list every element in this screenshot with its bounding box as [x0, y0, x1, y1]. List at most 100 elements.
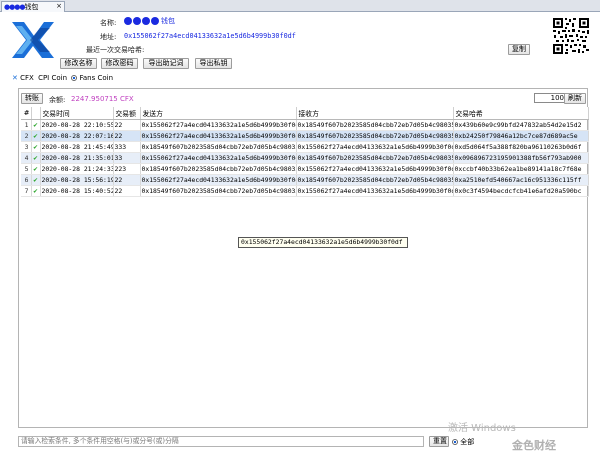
name-blot-dot	[151, 17, 159, 25]
last-hash-label: 最近一次交易哈希:	[86, 46, 145, 54]
name-suffix: 钱包	[161, 17, 175, 25]
transfer-button[interactable]: 转账	[21, 93, 43, 104]
count-value: 100	[550, 94, 564, 102]
table-header: # 交易时间 交易额 发送方 接收方 交易哈希	[21, 107, 589, 120]
table-row[interactable]: 2 ✔ 2020-08-28 22:07:16 22 0x155062f27a4…	[21, 130, 589, 142]
coin-option-fans[interactable]: Fans Coin	[79, 74, 113, 82]
table-row[interactable]: 5 ✔ 2020-08-28 21:24:33 223 0x18549f607b…	[21, 163, 589, 175]
export-private-key-button[interactable]: 导出私钥	[195, 58, 232, 69]
transactions-table: # 交易时间 交易额 发送方 接收方 交易哈希 1 ✔ 2020-08-28 2…	[21, 107, 589, 197]
name-label: 名称:	[100, 19, 117, 27]
cell-index: 4	[21, 152, 32, 164]
cell-time: 2020-08-28 21:45:49	[40, 141, 114, 153]
address-tooltip: 0x155062f27a4ecd04133632a1e5d6b4999b30f0…	[238, 237, 408, 248]
panel-toolbar: 转账 余额: 2247.950715 CFX 100 ▲▼ 刷新	[19, 91, 587, 105]
search-input[interactable]: 请输入检索条件, 多个条件用空格(与)或分号(或)分隔	[18, 436, 424, 447]
copy-button[interactable]: 复制	[508, 44, 530, 55]
address-label: 地址:	[100, 33, 117, 41]
coin-option-cpi[interactable]: CPI Coin	[38, 74, 67, 82]
cell-time: 2020-08-28 21:24:33	[40, 163, 114, 175]
coin-selector: ✕ CFX CPI Coin Fans Coin	[12, 74, 113, 82]
table-row[interactable]: 4 ✔ 2020-08-28 21:35:01 33 0x155062f27a4…	[21, 152, 589, 164]
cell-index: 6	[21, 174, 32, 186]
cell-index: 3	[21, 141, 32, 153]
close-icon[interactable]: ×	[56, 2, 62, 10]
export-mnemonic-button[interactable]: 导出助记词	[143, 58, 189, 69]
cell-sender: 0x155062f27a4ecd04133632a1e5d6b4999b30f0…	[140, 119, 297, 131]
cell-index: 1	[21, 119, 32, 131]
cell-receiver: 0x18549f607b2023585d04cbb72eb7d05b4c9803…	[296, 174, 454, 186]
cell-index: 5	[21, 163, 32, 175]
check-icon: ✔	[31, 141, 41, 153]
tab-wallet[interactable]: ●●●●钱包 ×	[1, 1, 65, 12]
cell-amount: 333	[113, 141, 141, 153]
table-row[interactable]: 3 ✔ 2020-08-28 21:45:49 333 0x18549f607b…	[21, 141, 589, 153]
col-time[interactable]: 交易时间	[40, 107, 114, 120]
tab-label: 钱包	[24, 3, 39, 11]
cell-amount: 22	[113, 130, 141, 142]
col-amount[interactable]: 交易额	[113, 107, 141, 120]
cell-amount: 33	[113, 152, 141, 164]
coin-option-cfx[interactable]: CFX	[20, 74, 34, 82]
cell-time: 2020-08-28 22:07:16	[40, 130, 114, 142]
check-icon: ✔	[31, 185, 41, 197]
col-receiver[interactable]: 接收方	[296, 107, 454, 120]
col-sender[interactable]: 发送方	[140, 107, 297, 120]
table-row[interactable]: 7 ✔ 2020-08-28 15:40:52 22 0x18549f607b2…	[21, 185, 589, 197]
cell-time: 2020-08-28 22:10:55	[40, 119, 114, 131]
cell-time: 2020-08-28 21:35:01	[40, 152, 114, 164]
balance-label: 余额:	[49, 96, 66, 104]
check-icon: ✔	[31, 163, 41, 175]
name-blot-dot	[142, 17, 150, 25]
cell-hash: 0xd5d064f5a388f820ba96110263b0d6f	[453, 141, 589, 153]
cell-time: 2020-08-28 15:56:19	[40, 174, 114, 186]
rename-button[interactable]: 修改名称	[60, 58, 97, 69]
address-value: 0x155062f27a4ecd04133632a1e5d6b4999b30f0…	[124, 32, 296, 40]
table-row[interactable]: 6 ✔ 2020-08-28 15:56:19 22 0x155062f27a4…	[21, 174, 589, 186]
cell-sender: 0x18549f607b2023585d04cbb72eb7d05b4c9803…	[140, 141, 297, 153]
check-icon: ✔	[31, 152, 41, 164]
cell-receiver: 0x18549f607b2023585d04cbb72eb7d05b4c9803…	[296, 130, 454, 142]
reset-button[interactable]: 重置	[429, 436, 449, 447]
refresh-button[interactable]: 刷新	[564, 93, 586, 104]
name-blot-dot	[124, 17, 132, 25]
cell-sender: 0x18549f607b2023585d04cbb72eb7d05b4c9803…	[140, 163, 297, 175]
radio-all[interactable]	[452, 439, 458, 445]
cell-hash: 0xccbf40b33b62ea1be89141a18c7f68e	[453, 163, 589, 175]
cell-amount: 22	[113, 174, 141, 186]
brand-watermark: 金色财经	[512, 439, 556, 452]
app-logo	[12, 22, 54, 58]
cell-index: 7	[21, 185, 32, 197]
cell-sender: 0x18549f607b2023585d04cbb72eb7d05b4c9803…	[140, 185, 297, 197]
qr-code	[552, 17, 590, 55]
cell-receiver: 0x155062f27a4ecd04133632a1e5d6b4999b30f0…	[296, 141, 454, 153]
cell-receiver: 0x155062f27a4ecd04133632a1e5d6b4999b30f0…	[296, 185, 454, 197]
check-icon: ✔	[31, 119, 41, 131]
cell-amount: 223	[113, 163, 141, 175]
cell-hash: 0xb24250f79846a12bc7ce87d689ac5e	[453, 130, 589, 142]
col-status[interactable]	[31, 107, 41, 120]
filter-radios: 全部	[452, 437, 474, 447]
radio-fans-coin[interactable]	[71, 75, 78, 81]
col-index[interactable]: #	[21, 107, 32, 120]
check-icon: ✔	[31, 174, 41, 186]
cell-receiver: 0x18549f607b2023585d04cbb72eb7d05b4c9803…	[296, 119, 454, 131]
cell-receiver: 0x18549f607b2023585d04cbb72eb7d05b4c9803…	[296, 152, 454, 164]
cell-amount: 22	[113, 185, 141, 197]
activate-windows-watermark: 激活 Windows	[448, 423, 516, 434]
cell-sender: 0x155062f27a4ecd04133632a1e5d6b4999b30f0…	[140, 130, 297, 142]
check-icon: ✔	[31, 130, 41, 142]
wallet-name: 钱包	[124, 16, 176, 26]
table-row[interactable]: 1 ✔ 2020-08-28 22:10:55 22 0x155062f27a4…	[21, 119, 589, 131]
change-password-button[interactable]: 修改密码	[101, 58, 138, 69]
balance-value: 2247.950715 CFX	[71, 95, 134, 103]
transactions-panel: 转账 余额: 2247.950715 CFX 100 ▲▼ 刷新 # 交易时间 …	[18, 88, 589, 428]
tab-name-blot: ●●●●	[4, 3, 25, 11]
cell-index: 2	[21, 130, 32, 142]
cell-time: 2020-08-28 15:40:52	[40, 185, 114, 197]
col-hash[interactable]: 交易哈希	[453, 107, 589, 120]
cell-amount: 22	[113, 119, 141, 131]
cfx-icon: ✕	[12, 74, 18, 82]
tab-bar: ●●●●钱包 ×	[0, 0, 600, 12]
cell-receiver: 0x155062f27a4ecd04133632a1e5d6b4999b30f0…	[296, 163, 454, 175]
